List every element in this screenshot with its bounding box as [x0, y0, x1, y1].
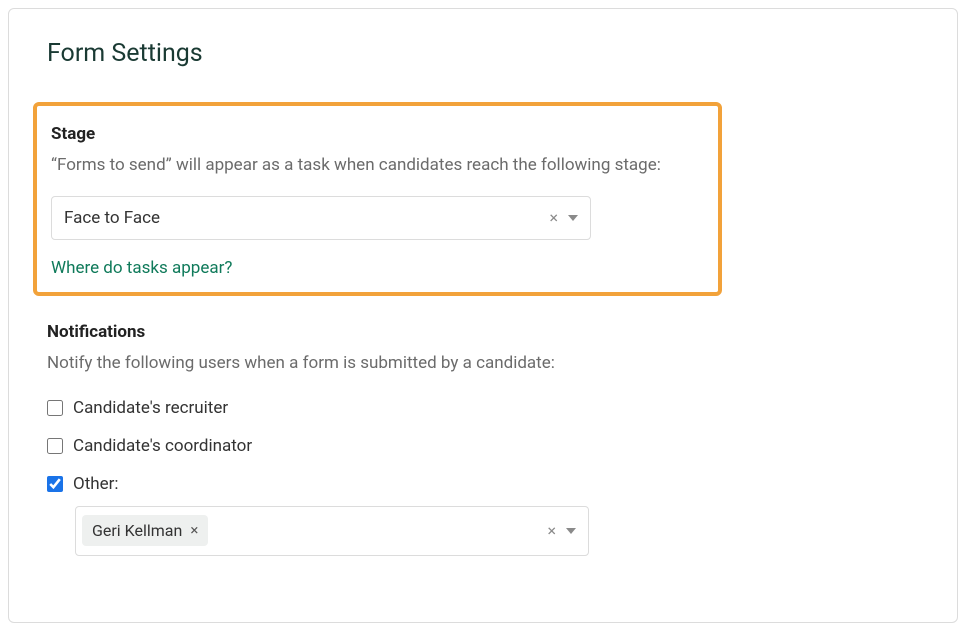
chip-remove-icon[interactable]: × — [190, 523, 198, 538]
notifications-heading: Notifications — [47, 322, 933, 342]
user-chip-name: Geri Kellman — [92, 521, 182, 540]
clear-icon[interactable]: × — [549, 210, 558, 226]
stage-description: “Forms to send” will appear as a task wh… — [51, 154, 704, 178]
other-checkbox[interactable] — [47, 476, 63, 492]
page-title: Form Settings — [33, 39, 933, 68]
stage-heading: Stage — [51, 124, 704, 144]
form-settings-panel: Form Settings Stage “Forms to send” will… — [8, 8, 958, 623]
user-chip: Geri Kellman × — [82, 515, 208, 546]
other-users-select[interactable]: Geri Kellman × × — [75, 506, 589, 556]
checkbox-row-other[interactable]: Other: — [47, 474, 933, 494]
clear-icon[interactable]: × — [547, 523, 556, 539]
chevron-down-icon[interactable] — [568, 215, 578, 221]
other-users-chips: Geri Kellman × — [82, 515, 547, 546]
notifications-section: Notifications Notify the following users… — [33, 322, 933, 556]
stage-section-highlighted: Stage “Forms to send” will appear as a t… — [33, 102, 722, 296]
stage-select[interactable]: Face to Face × — [51, 196, 591, 240]
checkbox-row-coordinator[interactable]: Candidate's coordinator — [47, 436, 933, 456]
checkbox-row-recruiter[interactable]: Candidate's recruiter — [47, 398, 933, 418]
recruiter-checkbox[interactable] — [47, 400, 63, 416]
stage-select-value: Face to Face — [64, 208, 549, 228]
notifications-description: Notify the following users when a form i… — [47, 352, 933, 376]
coordinator-label: Candidate's coordinator — [73, 436, 252, 456]
recruiter-label: Candidate's recruiter — [73, 398, 228, 418]
chevron-down-icon[interactable] — [566, 528, 576, 534]
other-label: Other: — [73, 474, 119, 494]
coordinator-checkbox[interactable] — [47, 438, 63, 454]
tasks-help-link[interactable]: Where do tasks appear? — [51, 258, 232, 278]
